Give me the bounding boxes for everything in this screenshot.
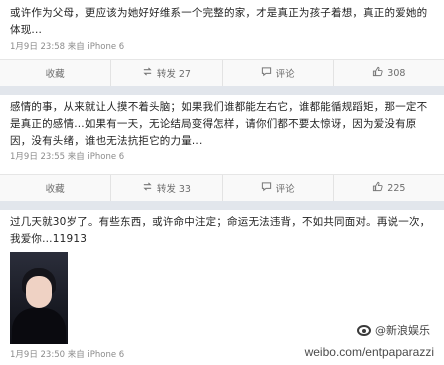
collect-button[interactable]: 收藏 — [0, 60, 112, 86]
like-button[interactable]: 308 — [334, 60, 444, 86]
repost-icon — [142, 66, 153, 80]
repost-button[interactable]: 转发 27 — [111, 60, 223, 86]
watermark-handle: @新浪娱乐 — [357, 322, 430, 338]
post-meta: 1月9日 23:55 来自 iPhone 6 — [10, 152, 125, 162]
repost-icon — [142, 181, 153, 195]
comment-button[interactable]: 评论 — [223, 60, 334, 86]
post-actions: 收藏 转发 27 评论 308 — [0, 59, 444, 86]
post-text: 或许作为父母，更应该为她好好维系一个完整的家，才是真正为孩子着想，真正的爱她的体… — [10, 7, 428, 36]
thumbs-up-icon — [372, 181, 383, 195]
post-meta: 1月9日 23:58 来自 iPhone 6 — [10, 42, 125, 52]
collect-button[interactable]: 收藏 — [0, 175, 112, 201]
post-actions: 收藏 转发 33 评论 225 — [0, 174, 444, 201]
thumbs-up-icon — [372, 66, 383, 80]
watermark-url: weibo.com/entpaparazzi — [304, 345, 434, 359]
post-text: 过几天就30岁了。有些东西，或许命中注定；命运无法违背，不如共同面对。再说一次，… — [10, 216, 431, 245]
feed-divider — [0, 201, 444, 210]
like-button[interactable]: 225 — [334, 175, 444, 201]
comment-button[interactable]: 评论 — [223, 175, 334, 201]
comment-icon — [261, 181, 272, 195]
weibo-logo-icon — [357, 324, 371, 336]
weibo-post-2: 感情的事，从来就让人摸不着头脑；如果我们谁都能左右它，谁都能循规蹈矩，那一定不是… — [0, 95, 444, 175]
post-meta: 1月9日 23:50 来自 iPhone 6 — [10, 350, 125, 360]
repost-button[interactable]: 转发 33 — [111, 175, 223, 201]
post-text: 感情的事，从来就让人摸不着头脑；如果我们谁都能左右它，谁都能循规蹈矩，那一定不是… — [10, 101, 428, 147]
feed-divider — [0, 86, 444, 95]
post-photo[interactable] — [10, 252, 68, 344]
comment-icon — [261, 66, 272, 80]
